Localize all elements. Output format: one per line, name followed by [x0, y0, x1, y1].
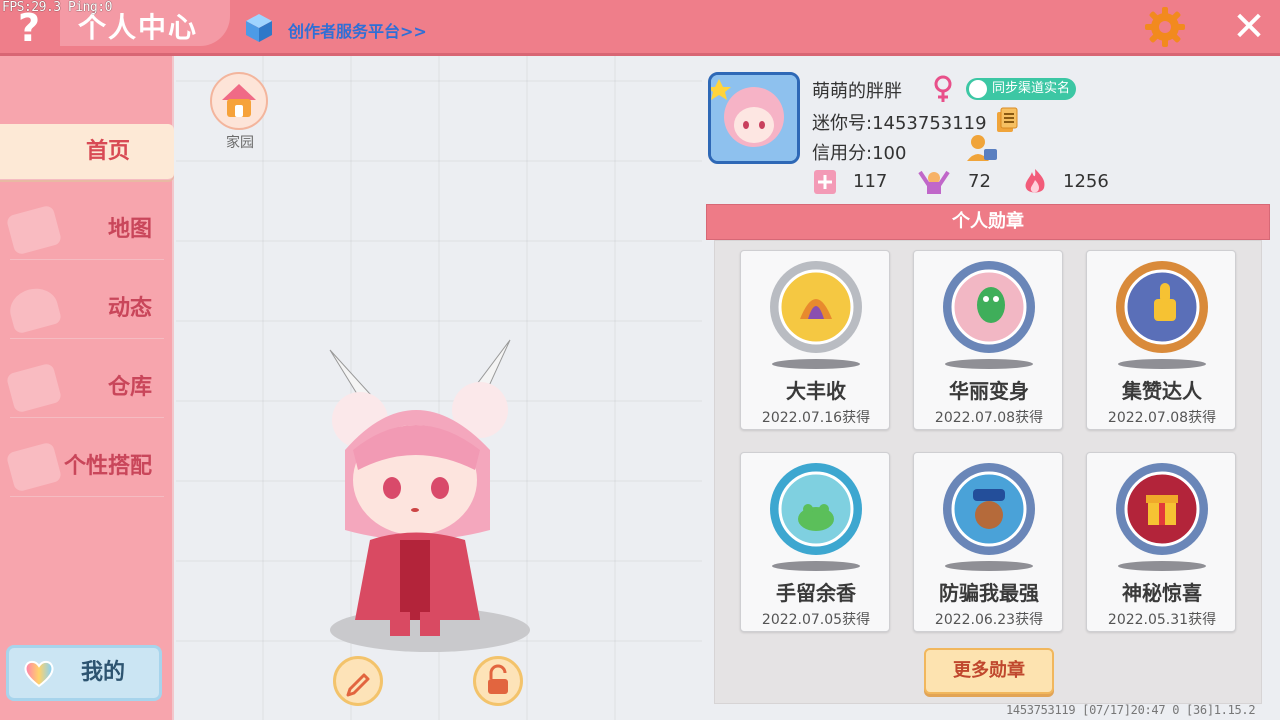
creator-platform-link[interactable]: 创作者服务平台>> — [288, 18, 427, 42]
credit-score: 信用分:100 — [812, 143, 907, 164]
player-avatar[interactable] — [290, 330, 540, 660]
unlock-icon — [488, 664, 508, 694]
sidebar-item-label: 动态 — [107, 296, 152, 321]
realname-badge[interactable]: 同步渠道实名 — [966, 78, 1077, 100]
sidebar-item-label: 个性搭配 — [63, 454, 152, 479]
medal-name: 集赞达人 — [1122, 379, 1202, 403]
sidebar-item-map[interactable]: 地图 — [5, 200, 164, 260]
sidebar-item-outfit[interactable]: 个性搭配 — [5, 437, 164, 497]
home-label: 家园 — [226, 135, 254, 151]
harvest-medal-icon — [770, 261, 862, 353]
medal-shadow — [1118, 561, 1206, 571]
cube-icon[interactable] — [244, 12, 274, 44]
fps-readout: FPS:29.3 Ping:0 — [2, 0, 112, 15]
sidebar-item-home[interactable]: 首页 — [0, 124, 174, 180]
medal-name: 神秘惊喜 — [1122, 581, 1202, 605]
medal-shadow — [945, 359, 1033, 369]
medal-card[interactable]: 防骗我最强 2022.06.23获得 — [913, 452, 1063, 632]
home-button[interactable] — [210, 72, 268, 130]
medal-date: 2022.05.31获得 — [1107, 612, 1217, 628]
house-icon — [222, 84, 256, 117]
medal-shadow — [772, 561, 860, 571]
sidebar-item-label: 首页 — [85, 139, 130, 164]
medal-name: 防骗我最强 — [939, 581, 1039, 605]
medal-name: 手留余香 — [776, 581, 856, 605]
medal-date: 2022.07.05获得 — [761, 612, 871, 628]
medal-name: 华丽变身 — [949, 379, 1029, 403]
sidebar-item-label: 仓库 — [107, 375, 152, 400]
sidebar-item-feed[interactable]: 动态 — [5, 279, 164, 339]
book-icon — [814, 170, 836, 194]
stat-value: 117 — [853, 171, 888, 192]
police-medal-icon — [943, 463, 1035, 555]
medal-card[interactable]: 神秘惊喜 2022.05.31获得 — [1086, 452, 1236, 632]
frog-medal-icon — [770, 463, 862, 555]
medal-card[interactable]: 手留余香 2022.07.05获得 — [740, 452, 890, 632]
gear-icon[interactable] — [1143, 5, 1187, 49]
unlock-button[interactable] — [473, 656, 523, 706]
medal-card[interactable]: 华丽变身 2022.07.08获得 — [913, 250, 1063, 430]
user-check-icon — [969, 80, 987, 98]
heart-icon — [24, 660, 54, 688]
medal-card[interactable]: 集赞达人 2022.07.08获得 — [1086, 250, 1236, 430]
medal-shadow — [772, 359, 860, 369]
mine-button-label: 我的 — [81, 660, 126, 685]
medal-date: 2022.06.23获得 — [934, 612, 1044, 628]
medal-date: 2022.07.08获得 — [1107, 410, 1217, 426]
dinosaur-medal-icon — [943, 261, 1035, 353]
avatar-portrait — [711, 75, 797, 161]
medal-shadow — [945, 561, 1033, 571]
mini-id: 迷你号:1453753119 — [812, 113, 987, 134]
realname-badge-label: 同步渠道实名 — [992, 81, 1071, 96]
more-medals-button[interactable]: 更多勋章 — [924, 648, 1054, 694]
medal-header: 个人勋章 — [706, 204, 1270, 240]
flame-icon — [1025, 169, 1045, 193]
female-icon — [934, 75, 952, 102]
credit-user-icon[interactable] — [966, 133, 998, 163]
copy-icon[interactable] — [995, 107, 1019, 133]
pencil-icon — [346, 673, 370, 697]
profile-avatar[interactable] — [708, 72, 800, 164]
thumbs-up-medal-icon — [1116, 261, 1208, 353]
medal-name: 大丰收 — [786, 379, 846, 403]
medal-card[interactable]: 大丰收 2022.07.16获得 — [740, 250, 890, 430]
edit-button[interactable] — [333, 656, 383, 706]
nickname: 萌萌的胖胖 — [812, 81, 902, 102]
medal-shadow — [1118, 359, 1206, 369]
stat-value: 1256 — [1063, 171, 1109, 192]
stat-value: 72 — [968, 171, 991, 192]
sidebar-item-label: 地图 — [107, 217, 152, 242]
medal-date: 2022.07.16获得 — [761, 410, 871, 426]
close-icon[interactable]: ✕ — [1226, 4, 1272, 50]
sidebar-item-storage[interactable]: 仓库 — [5, 358, 164, 418]
cheer-icon — [918, 170, 950, 194]
gift-medal-icon — [1116, 463, 1208, 555]
footer-info: 1453753119 [07/17]20:47 0 [36]1.15.2 — [1006, 703, 1256, 717]
mine-button[interactable]: 我的 — [6, 645, 162, 701]
medal-date: 2022.07.08获得 — [934, 410, 1044, 426]
